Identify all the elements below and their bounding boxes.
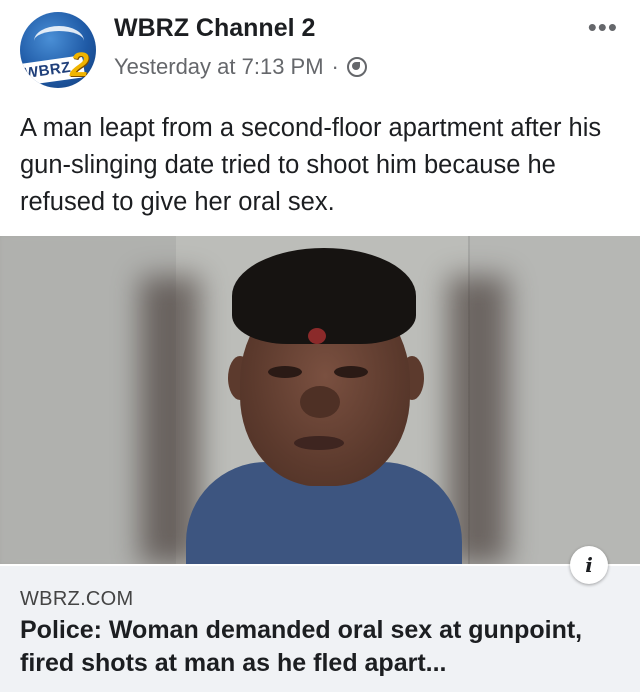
link-domain: WBRZ.COM (20, 588, 134, 610)
photo-nose (300, 386, 340, 418)
info-icon[interactable]: i (570, 546, 608, 584)
photo-hair (232, 248, 416, 344)
globe-icon[interactable] (346, 57, 367, 77)
post-header: WBRZ 2 WBRZ Channel 2 Yesterday at 7:13 … (0, 0, 640, 100)
photo-eye-right (334, 366, 368, 378)
link-preview-image[interactable] (0, 236, 640, 564)
link-headline[interactable]: Police: Woman demanded oral sex at gunpo… (20, 614, 626, 680)
photo-eye-left (268, 366, 302, 378)
photo-mouth (294, 436, 344, 450)
ellipsis-icon[interactable]: ••• (588, 14, 618, 40)
page-name-link[interactable]: WBRZ Channel 2 (114, 14, 315, 43)
post-meta: Yesterday at 7:13 PM · (114, 54, 367, 80)
photo-bruise (308, 328, 326, 344)
meta-separator: · (331, 54, 339, 79)
post-text: A man leapt from a second-floor apartmen… (20, 114, 602, 216)
page-avatar[interactable]: WBRZ 2 (20, 12, 96, 88)
avatar-logo-number: 2 (70, 46, 89, 84)
post-timestamp[interactable]: Yesterday at 7:13 PM (114, 54, 324, 80)
